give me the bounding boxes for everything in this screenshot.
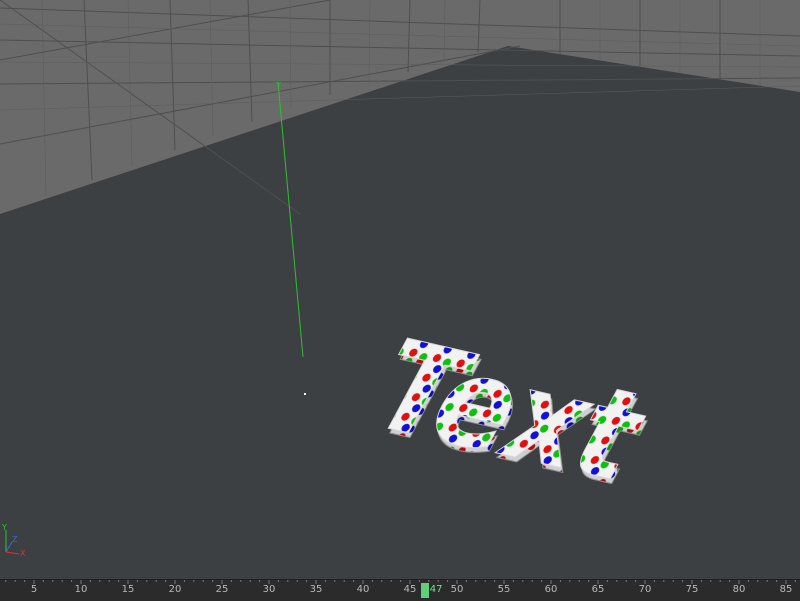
timeline-tick-label: 15 bbox=[121, 584, 135, 595]
gizmo-y-label: Y bbox=[2, 523, 7, 532]
timeline-ruler[interactable]: 5 10 15 20 25 30 35 40 45 50 55 60 65 70 75 80 85 47 bbox=[0, 579, 800, 601]
timeline-tick-label: 50 bbox=[450, 584, 464, 595]
timeline-tick-label: 10 bbox=[74, 584, 88, 595]
timeline-tick-label: 45 bbox=[403, 584, 417, 595]
timeline-tick-label: 75 bbox=[685, 584, 699, 595]
timeline-tick-label: 55 bbox=[497, 584, 511, 595]
timeline-tick-label: 85 bbox=[779, 584, 793, 595]
scene-canvas[interactable]: Y Text Text bbox=[0, 0, 800, 579]
timeline-tick-label: 20 bbox=[168, 584, 182, 595]
timeline-tick-label: 60 bbox=[544, 584, 558, 595]
timeline-tick-label: 40 bbox=[356, 584, 370, 595]
timeline-tick-label: 65 bbox=[591, 584, 605, 595]
world-y-axis bbox=[277, 81, 304, 358]
timeline-tick-label: 25 bbox=[215, 584, 229, 595]
timeline-tick-marks bbox=[5, 580, 796, 584]
timeline-tick-label: 5 bbox=[30, 584, 38, 595]
origin-point bbox=[304, 393, 306, 395]
timeline-tick-label: 30 bbox=[262, 584, 276, 595]
timeline-tick-label: 80 bbox=[732, 584, 746, 595]
current-frame-label: 47 bbox=[429, 584, 443, 595]
gizmo-z-label: Z bbox=[12, 535, 18, 544]
timeline-playhead[interactable] bbox=[420, 583, 429, 598]
y-axis-arrow-label: Y bbox=[275, 81, 281, 90]
axis-gizmo: Y Z X bbox=[0, 520, 30, 560]
timeline-tick-label: 35 bbox=[309, 584, 323, 595]
text-object-face: Text bbox=[347, 315, 672, 507]
3d-viewport[interactable]: Y Text Text Y Z X bbox=[0, 0, 800, 579]
timeline-tick-label: 70 bbox=[638, 584, 652, 595]
gizmo-x-label: X bbox=[20, 549, 26, 558]
text-object[interactable]: Text Text bbox=[345, 315, 676, 513]
